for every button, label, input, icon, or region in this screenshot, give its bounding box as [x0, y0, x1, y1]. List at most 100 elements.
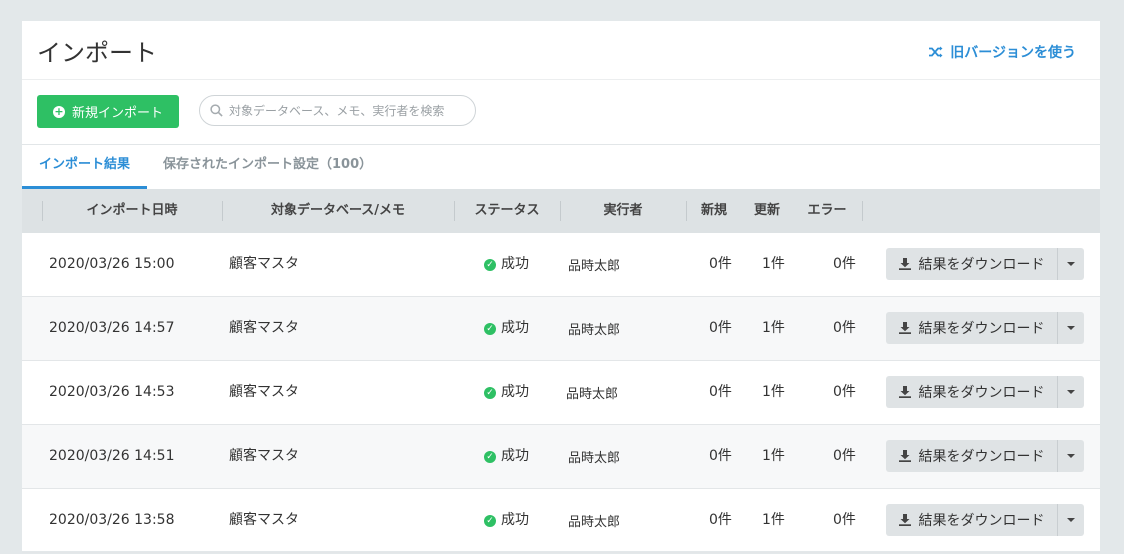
status-label: 成功	[501, 512, 529, 528]
caret-down-icon	[1067, 518, 1075, 522]
table-row: 2020/03/26 15:00 顧客マスタ ✓ 成功 品時太郎 0件 1件 0件…	[22, 233, 1100, 297]
row-user: 品時太郎	[568, 323, 621, 338]
download-label: 結果をダウンロード	[918, 513, 1045, 529]
row-updated-count: 1件	[762, 320, 785, 336]
tab-saved-settings[interactable]: 保存されたインポート設定（100）	[163, 145, 372, 189]
download-results-button[interactable]: 結果をダウンロード	[886, 312, 1057, 344]
check-circle-icon: ✓	[484, 450, 496, 463]
table-body: 2020/03/26 15:00 顧客マスタ ✓ 成功 品時太郎 0件 1件 0件…	[22, 233, 1100, 553]
row-updated-count: 1件	[762, 384, 785, 400]
download-label: 結果をダウンロード	[918, 385, 1045, 401]
row-new-count: 0件	[709, 384, 732, 400]
column-header-status: ステータス	[474, 203, 540, 218]
row-database: 顧客マスタ	[229, 448, 299, 464]
row-error-count: 0件	[833, 256, 856, 272]
download-button-group: 結果をダウンロード	[886, 312, 1084, 344]
download-options-dropdown[interactable]	[1057, 248, 1084, 280]
row-updated-count: 1件	[762, 512, 785, 528]
check-circle-icon: ✓	[484, 322, 496, 335]
new-import-button[interactable]: + 新規インポート	[37, 95, 179, 128]
row-updated-count: 1件	[762, 448, 785, 464]
table-header: インポート日時 対象データベース/メモ ステータス 実行者 新規 更新 エラー	[22, 189, 1100, 233]
row-database: 顧客マスタ	[229, 256, 299, 272]
row-error-count: 0件	[833, 320, 856, 336]
download-label: 結果をダウンロード	[918, 449, 1045, 465]
download-icon	[898, 258, 911, 270]
caret-down-icon	[1067, 390, 1075, 394]
caret-down-icon	[1067, 326, 1075, 330]
download-button-group: 結果をダウンロード	[886, 440, 1084, 472]
download-label: 結果をダウンロード	[918, 257, 1045, 273]
row-database: 顧客マスタ	[229, 384, 299, 400]
tab-bar: インポート結果 保存されたインポート設定（100）	[22, 145, 1100, 189]
row-user: 品時太郎	[566, 387, 619, 402]
table-row: 2020/03/26 14:51 顧客マスタ ✓ 成功 品時太郎 0件 1件 0件…	[22, 425, 1100, 489]
row-updated-count: 1件	[762, 256, 785, 272]
download-options-dropdown[interactable]	[1057, 504, 1084, 536]
row-database: 顧客マスタ	[229, 512, 299, 528]
row-database: 顧客マスタ	[229, 320, 299, 336]
download-results-button[interactable]: 結果をダウンロード	[886, 376, 1057, 408]
download-icon	[898, 322, 911, 334]
download-button-group: 結果をダウンロード	[886, 504, 1084, 536]
row-date: 2020/03/26 14:57	[49, 320, 175, 336]
download-icon	[898, 514, 911, 526]
download-options-dropdown[interactable]	[1057, 440, 1084, 472]
shuffle-icon	[929, 46, 943, 58]
row-status: ✓ 成功	[484, 297, 529, 360]
row-new-count: 0件	[709, 256, 732, 272]
column-header-user: 実行者	[603, 203, 643, 218]
row-new-count: 0件	[709, 512, 732, 528]
download-options-dropdown[interactable]	[1057, 312, 1084, 344]
row-user: 品時太郎	[568, 515, 621, 530]
row-error-count: 0件	[833, 384, 856, 400]
row-error-count: 0件	[833, 448, 856, 464]
status-label: 成功	[501, 448, 529, 464]
check-circle-icon: ✓	[484, 514, 496, 527]
row-status: ✓ 成功	[484, 425, 529, 488]
row-date: 2020/03/26 13:58	[49, 512, 175, 528]
download-button-group: 結果をダウンロード	[886, 376, 1084, 408]
column-header-date: インポート日時	[86, 203, 178, 218]
download-label: 結果をダウンロード	[918, 321, 1045, 337]
download-options-dropdown[interactable]	[1057, 376, 1084, 408]
row-user: 品時太郎	[568, 259, 621, 274]
import-panel: インポート 旧バージョンを使う + 新規インポート インポート結果 保存されたイ…	[22, 21, 1100, 553]
column-header-new: 新規	[700, 203, 727, 218]
row-new-count: 0件	[709, 320, 732, 336]
row-status: ✓ 成功	[484, 361, 529, 424]
column-header-updated: 更新	[753, 203, 780, 218]
status-label: 成功	[501, 320, 529, 336]
page-header: インポート 旧バージョンを使う	[22, 21, 1100, 80]
row-error-count: 0件	[833, 512, 856, 528]
new-import-label: 新規インポート	[71, 106, 163, 121]
plus-circle-icon: +	[52, 104, 65, 118]
status-label: 成功	[501, 256, 529, 272]
search-box[interactable]	[199, 95, 476, 126]
column-header-database: 対象データベース/メモ	[270, 203, 406, 218]
row-date: 2020/03/26 15:00	[49, 256, 175, 272]
row-new-count: 0件	[709, 448, 732, 464]
row-date: 2020/03/26 14:53	[49, 384, 175, 400]
legacy-version-link[interactable]: 旧バージョンを使う	[929, 42, 1076, 62]
download-icon	[898, 386, 911, 398]
column-separator	[686, 201, 687, 221]
download-button-group: 結果をダウンロード	[886, 248, 1084, 280]
table-row: 2020/03/26 14:57 顧客マスタ ✓ 成功 品時太郎 0件 1件 0件…	[22, 297, 1100, 361]
download-results-button[interactable]: 結果をダウンロード	[886, 440, 1057, 472]
row-status: ✓ 成功	[484, 489, 529, 552]
download-results-button[interactable]: 結果をダウンロード	[886, 248, 1057, 280]
search-icon	[210, 104, 223, 117]
status-label: 成功	[501, 384, 529, 400]
download-results-button[interactable]: 結果をダウンロード	[886, 504, 1057, 536]
column-separator	[862, 201, 863, 221]
page-title: インポート	[37, 39, 157, 67]
column-header-error: エラー	[807, 203, 847, 218]
search-input[interactable]	[227, 102, 475, 119]
check-circle-icon: ✓	[484, 258, 496, 271]
row-date: 2020/03/26 14:51	[49, 448, 175, 464]
caret-down-icon	[1067, 262, 1075, 266]
check-circle-icon: ✓	[484, 386, 496, 399]
tab-import-results[interactable]: インポート結果	[22, 145, 147, 189]
caret-down-icon	[1067, 454, 1075, 458]
